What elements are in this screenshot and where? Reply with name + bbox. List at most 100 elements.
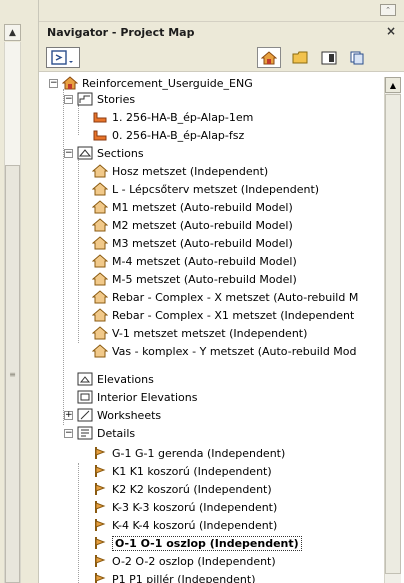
section-label: Rebar - Complex - X1 metszet (Independen… — [112, 308, 355, 322]
tree-item-details[interactable]: − Details — [64, 425, 135, 441]
detail-marker-icon — [95, 465, 106, 477]
section-label: M-5 metszet (Auto-rebuild Model) — [112, 272, 297, 286]
story-icon — [93, 130, 107, 141]
tree-item-story-0[interactable]: 0. 256-HA-B_ép-Alap-fsz — [92, 127, 244, 143]
stories-label: Stories — [97, 92, 136, 106]
collapse-root-icon[interactable]: − — [49, 78, 58, 88]
tree-item-section[interactable]: Rebar - Complex - X metszet (Auto-rebuil… — [92, 289, 358, 305]
story-label: 0. 256-HA-B_ép-Alap-fsz — [112, 128, 245, 142]
tree-item-section[interactable]: Hosz metszet (Independent) — [92, 163, 268, 179]
detail-label: G-1 G-1 gerenda (Independent) — [112, 446, 286, 460]
tree-item-detail[interactable]: G-1 G-1 gerenda (Independent) — [92, 445, 285, 461]
tree-item-detail[interactable]: O-1 O-1 oszlop (Independent) — [92, 535, 302, 551]
tree-scrollbar[interactable]: ▲ — [384, 77, 401, 583]
tree-item-section[interactable]: M2 metszet (Auto-rebuild Model) — [92, 217, 293, 233]
detail-label: O-1 O-1 oszlop (Independent) — [112, 535, 302, 551]
detail-label: O-2 O-2 oszlop (Independent) — [112, 554, 276, 568]
detail-marker-icon — [95, 573, 106, 583]
interior-elevations-icon — [77, 390, 93, 404]
left-scrollbar-thumb[interactable]: ≡ — [5, 165, 20, 583]
tree-item-section[interactable]: Vas - komplex - Y metszet (Auto-rebuild … — [92, 343, 357, 359]
detail-label: K-4 K-4 koszorú (Independent) — [112, 518, 278, 532]
section-marker-icon — [92, 200, 108, 214]
tree-scroll-up-button[interactable]: ▲ — [385, 77, 401, 93]
tree-item-detail[interactable]: K-3 K-3 koszorú (Independent) — [92, 499, 277, 515]
left-dock-strip: ▲ ≡ — [0, 0, 39, 583]
tree-item-interior-elevations[interactable]: Interior Elevations — [64, 389, 197, 405]
tree-scrollbar-thumb[interactable] — [385, 94, 401, 574]
section-label: M2 metszet (Auto-rebuild Model) — [112, 218, 293, 232]
section-marker-icon — [92, 254, 108, 268]
detail-label: K2 K2 koszorú (Independent) — [112, 482, 272, 496]
detail-marker-icon — [95, 483, 106, 495]
dock-collapse-button[interactable]: ⌃ — [380, 4, 396, 16]
tree-item-elevations[interactable]: Elevations — [64, 371, 154, 387]
tree-item-detail[interactable]: K1 K1 koszorú (Independent) — [92, 463, 272, 479]
tree-item-stories[interactable]: − Stories — [64, 91, 135, 107]
section-label: M3 metszet (Auto-rebuild Model) — [112, 236, 293, 250]
tree-item-section[interactable]: M1 metszet (Auto-rebuild Model) — [92, 199, 293, 215]
detail-marker-icon — [95, 447, 106, 459]
tree-item-section[interactable]: Rebar - Complex - X1 metszet (Independen… — [92, 307, 354, 323]
tree-item-detail[interactable]: O-2 O-2 oszlop (Independent) — [92, 553, 276, 569]
detail-label: K-3 K-3 koszorú (Independent) — [112, 500, 278, 514]
left-scroll-up-button[interactable]: ▲ — [4, 24, 21, 41]
section-marker-icon — [92, 164, 108, 178]
stories-icon — [77, 92, 93, 106]
tree-item-detail[interactable]: K2 K2 koszorú (Independent) — [92, 481, 272, 497]
panel-title-bar: Navigator - Project Map × — [39, 22, 404, 42]
collapse-stories-icon[interactable]: − — [64, 94, 73, 104]
worksheets-label: Worksheets — [97, 408, 162, 422]
expand-worksheets-icon[interactable]: + — [64, 410, 73, 420]
tree-item-section[interactable]: M-5 metszet (Auto-rebuild Model) — [92, 271, 297, 287]
close-icon[interactable]: × — [386, 24, 396, 38]
interior-elevations-label: Interior Elevations — [97, 390, 198, 404]
layout-book-icon[interactable] — [317, 47, 341, 68]
tree-item-section[interactable]: V-1 metszet metszet (Independent) — [92, 325, 307, 341]
collapse-sections-icon[interactable]: − — [64, 148, 73, 158]
project-house-icon — [62, 76, 78, 90]
top-dock-bar: ⌃ — [39, 0, 404, 22]
tree-item-detail[interactable]: K-4 K-4 koszorú (Independent) — [92, 517, 277, 533]
section-label: M-4 metszet (Auto-rebuild Model) — [112, 254, 297, 268]
detail-marker-icon — [95, 501, 106, 513]
panel-title: Navigator - Project Map — [47, 25, 195, 39]
detail-marker-icon — [95, 555, 106, 567]
detail-label: K1 K1 koszorú (Independent) — [112, 464, 272, 478]
tree-item-section[interactable]: M3 metszet (Auto-rebuild Model) — [92, 235, 293, 251]
section-label: L - Lépcsőterv metszet (Independent) — [112, 182, 320, 196]
publisher-sets-icon[interactable] — [345, 47, 369, 68]
tree-root-label: Reinforcement_Userguide_ENG — [82, 76, 253, 90]
section-marker-icon — [92, 344, 108, 358]
section-label: V-1 metszet metszet (Independent) — [112, 326, 308, 340]
details-icon — [77, 426, 93, 440]
view-map-icon[interactable] — [288, 47, 312, 68]
story-label: 1. 256-HA-B_ép-Alap-1em — [112, 110, 254, 124]
tree-item-section[interactable]: M-4 metszet (Auto-rebuild Model) — [92, 253, 297, 269]
section-marker-icon — [92, 272, 108, 286]
tree-root-item[interactable]: − Reinforcement_Userguide_ENG — [49, 75, 253, 91]
tree-item-sections[interactable]: − Sections — [64, 145, 144, 161]
section-marker-icon — [92, 218, 108, 232]
section-marker-icon — [92, 182, 108, 196]
elevations-label: Elevations — [97, 372, 154, 386]
project-map-tree: ▲ − Reinforcement_Userguide_ENG − Storie… — [39, 73, 404, 583]
section-label: Vas - komplex - Y metszet (Auto-rebuild … — [112, 344, 357, 358]
tree-item-story-1[interactable]: 1. 256-HA-B_ép-Alap-1em — [92, 109, 253, 125]
worksheets-icon — [77, 408, 93, 422]
section-marker-icon — [92, 326, 108, 340]
navigator-mode-icon[interactable] — [46, 47, 80, 68]
detail-label: P1 P1 pillér (Independent) — [112, 572, 256, 583]
navigator-toolbar — [39, 42, 404, 72]
tree-item-section[interactable]: L - Lépcsőterv metszet (Independent) — [92, 181, 319, 197]
tree-item-worksheets[interactable]: + Worksheets — [64, 407, 161, 423]
sections-label: Sections — [97, 146, 144, 160]
detail-marker-icon — [95, 537, 106, 549]
section-marker-icon — [92, 236, 108, 250]
section-marker-icon — [92, 290, 108, 304]
collapse-details-icon[interactable]: − — [64, 428, 73, 438]
details-label: Details — [97, 426, 136, 440]
tree-item-detail[interactable]: P1 P1 pillér (Independent) — [92, 571, 256, 583]
project-map-icon[interactable] — [257, 47, 281, 68]
sections-icon — [77, 146, 93, 160]
